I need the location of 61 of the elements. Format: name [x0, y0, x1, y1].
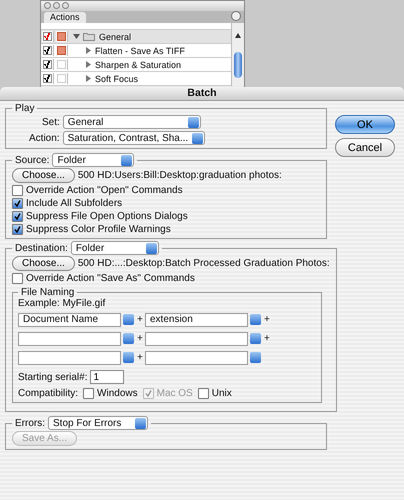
naming-field[interactable]: extension	[145, 312, 248, 326]
naming-field[interactable]	[18, 350, 121, 364]
actions-tab[interactable]: Actions	[44, 12, 86, 23]
checkbox[interactable]	[83, 388, 94, 399]
checkbox-label: Override Action "Save As" Commands	[26, 273, 195, 284]
choose-button[interactable]: Choose...	[12, 168, 75, 183]
naming-field[interactable]	[18, 332, 121, 346]
field-label: Destination:	[15, 242, 68, 254]
serial-field[interactable]: 1	[90, 370, 124, 384]
naming-field[interactable]	[145, 332, 248, 346]
source-dropdown[interactable]: Folder	[52, 153, 134, 167]
destination-dropdown[interactable]: Folder	[70, 241, 159, 255]
checkbox[interactable]	[12, 211, 23, 222]
action-name[interactable]: Soft Focus	[95, 74, 138, 84]
action-name[interactable]: General	[99, 32, 132, 42]
checkbox[interactable]	[12, 185, 23, 196]
action-dropdown[interactable]: Saturation, Contrast, Sha...	[62, 131, 205, 145]
plus-sign: +	[264, 333, 270, 344]
group-label: File Naming	[21, 287, 74, 298]
disclosure-triangle-icon[interactable]	[73, 33, 80, 40]
checkbox-label: Suppress File Open Options Dialogs	[26, 211, 188, 222]
plus-sign: +	[137, 352, 143, 363]
plus-sign: +	[137, 314, 143, 325]
dialog-toggle-icon[interactable]	[57, 46, 66, 55]
disclosure-triangle-icon[interactable]	[85, 61, 92, 68]
folder-path: 500 HD:...:Desktop:Batch Processed Graduation Photos:	[78, 258, 330, 269]
naming-field[interactable]	[145, 350, 248, 364]
plus-sign: +	[264, 314, 270, 325]
checkbox-label: Mac OS	[156, 388, 193, 399]
field-label: Compatibility:	[18, 388, 78, 399]
field-label: Set:	[42, 116, 60, 128]
checkbox-label: Suppress Color Profile Warnings	[26, 224, 171, 235]
checkbox[interactable]	[12, 273, 23, 284]
plus-sign: +	[137, 333, 143, 344]
field-label: Source:	[15, 154, 50, 166]
dialog-button[interactable]: OK	[335, 115, 395, 134]
group-label: Play	[15, 103, 34, 114]
checkbox-label: Override Action "Open" Commands	[26, 185, 183, 196]
checkbox[interactable]	[12, 224, 23, 235]
scroll-up-arrow-icon[interactable]	[235, 33, 241, 38]
checkbox[interactable]	[198, 388, 209, 399]
disclosure-triangle-icon[interactable]	[85, 75, 92, 82]
set-dropdown[interactable]: General	[62, 115, 201, 129]
field-label: Action:	[29, 132, 60, 144]
naming-field[interactable]: Document Name	[18, 312, 121, 326]
dialog-button[interactable]: Cancel	[335, 138, 395, 157]
errors-dropdown[interactable]: Stop For Errors	[48, 416, 148, 430]
folder-path: 500 HD:Users:Bill:Desktop:graduation photos:	[78, 170, 282, 181]
checkbox-label: Include All Subfolders	[26, 198, 122, 209]
checkbox-label: Unix	[212, 388, 232, 399]
checkbox-label: Windows	[97, 388, 138, 399]
field-label: Errors:	[15, 418, 45, 428]
dialog-toggle-icon[interactable]	[57, 32, 66, 41]
field-label: Starting serial#:	[18, 372, 88, 382]
example-text: Example: MyFile.gif	[18, 298, 106, 309]
checkbox[interactable]	[12, 198, 23, 209]
scroll-thumb[interactable]	[234, 52, 242, 78]
disclosure-triangle-icon[interactable]	[85, 47, 92, 54]
choose-button[interactable]: Choose...	[12, 256, 75, 271]
panel-menu-icon[interactable]	[231, 11, 241, 21]
window-title: Batch	[0, 87, 404, 101]
